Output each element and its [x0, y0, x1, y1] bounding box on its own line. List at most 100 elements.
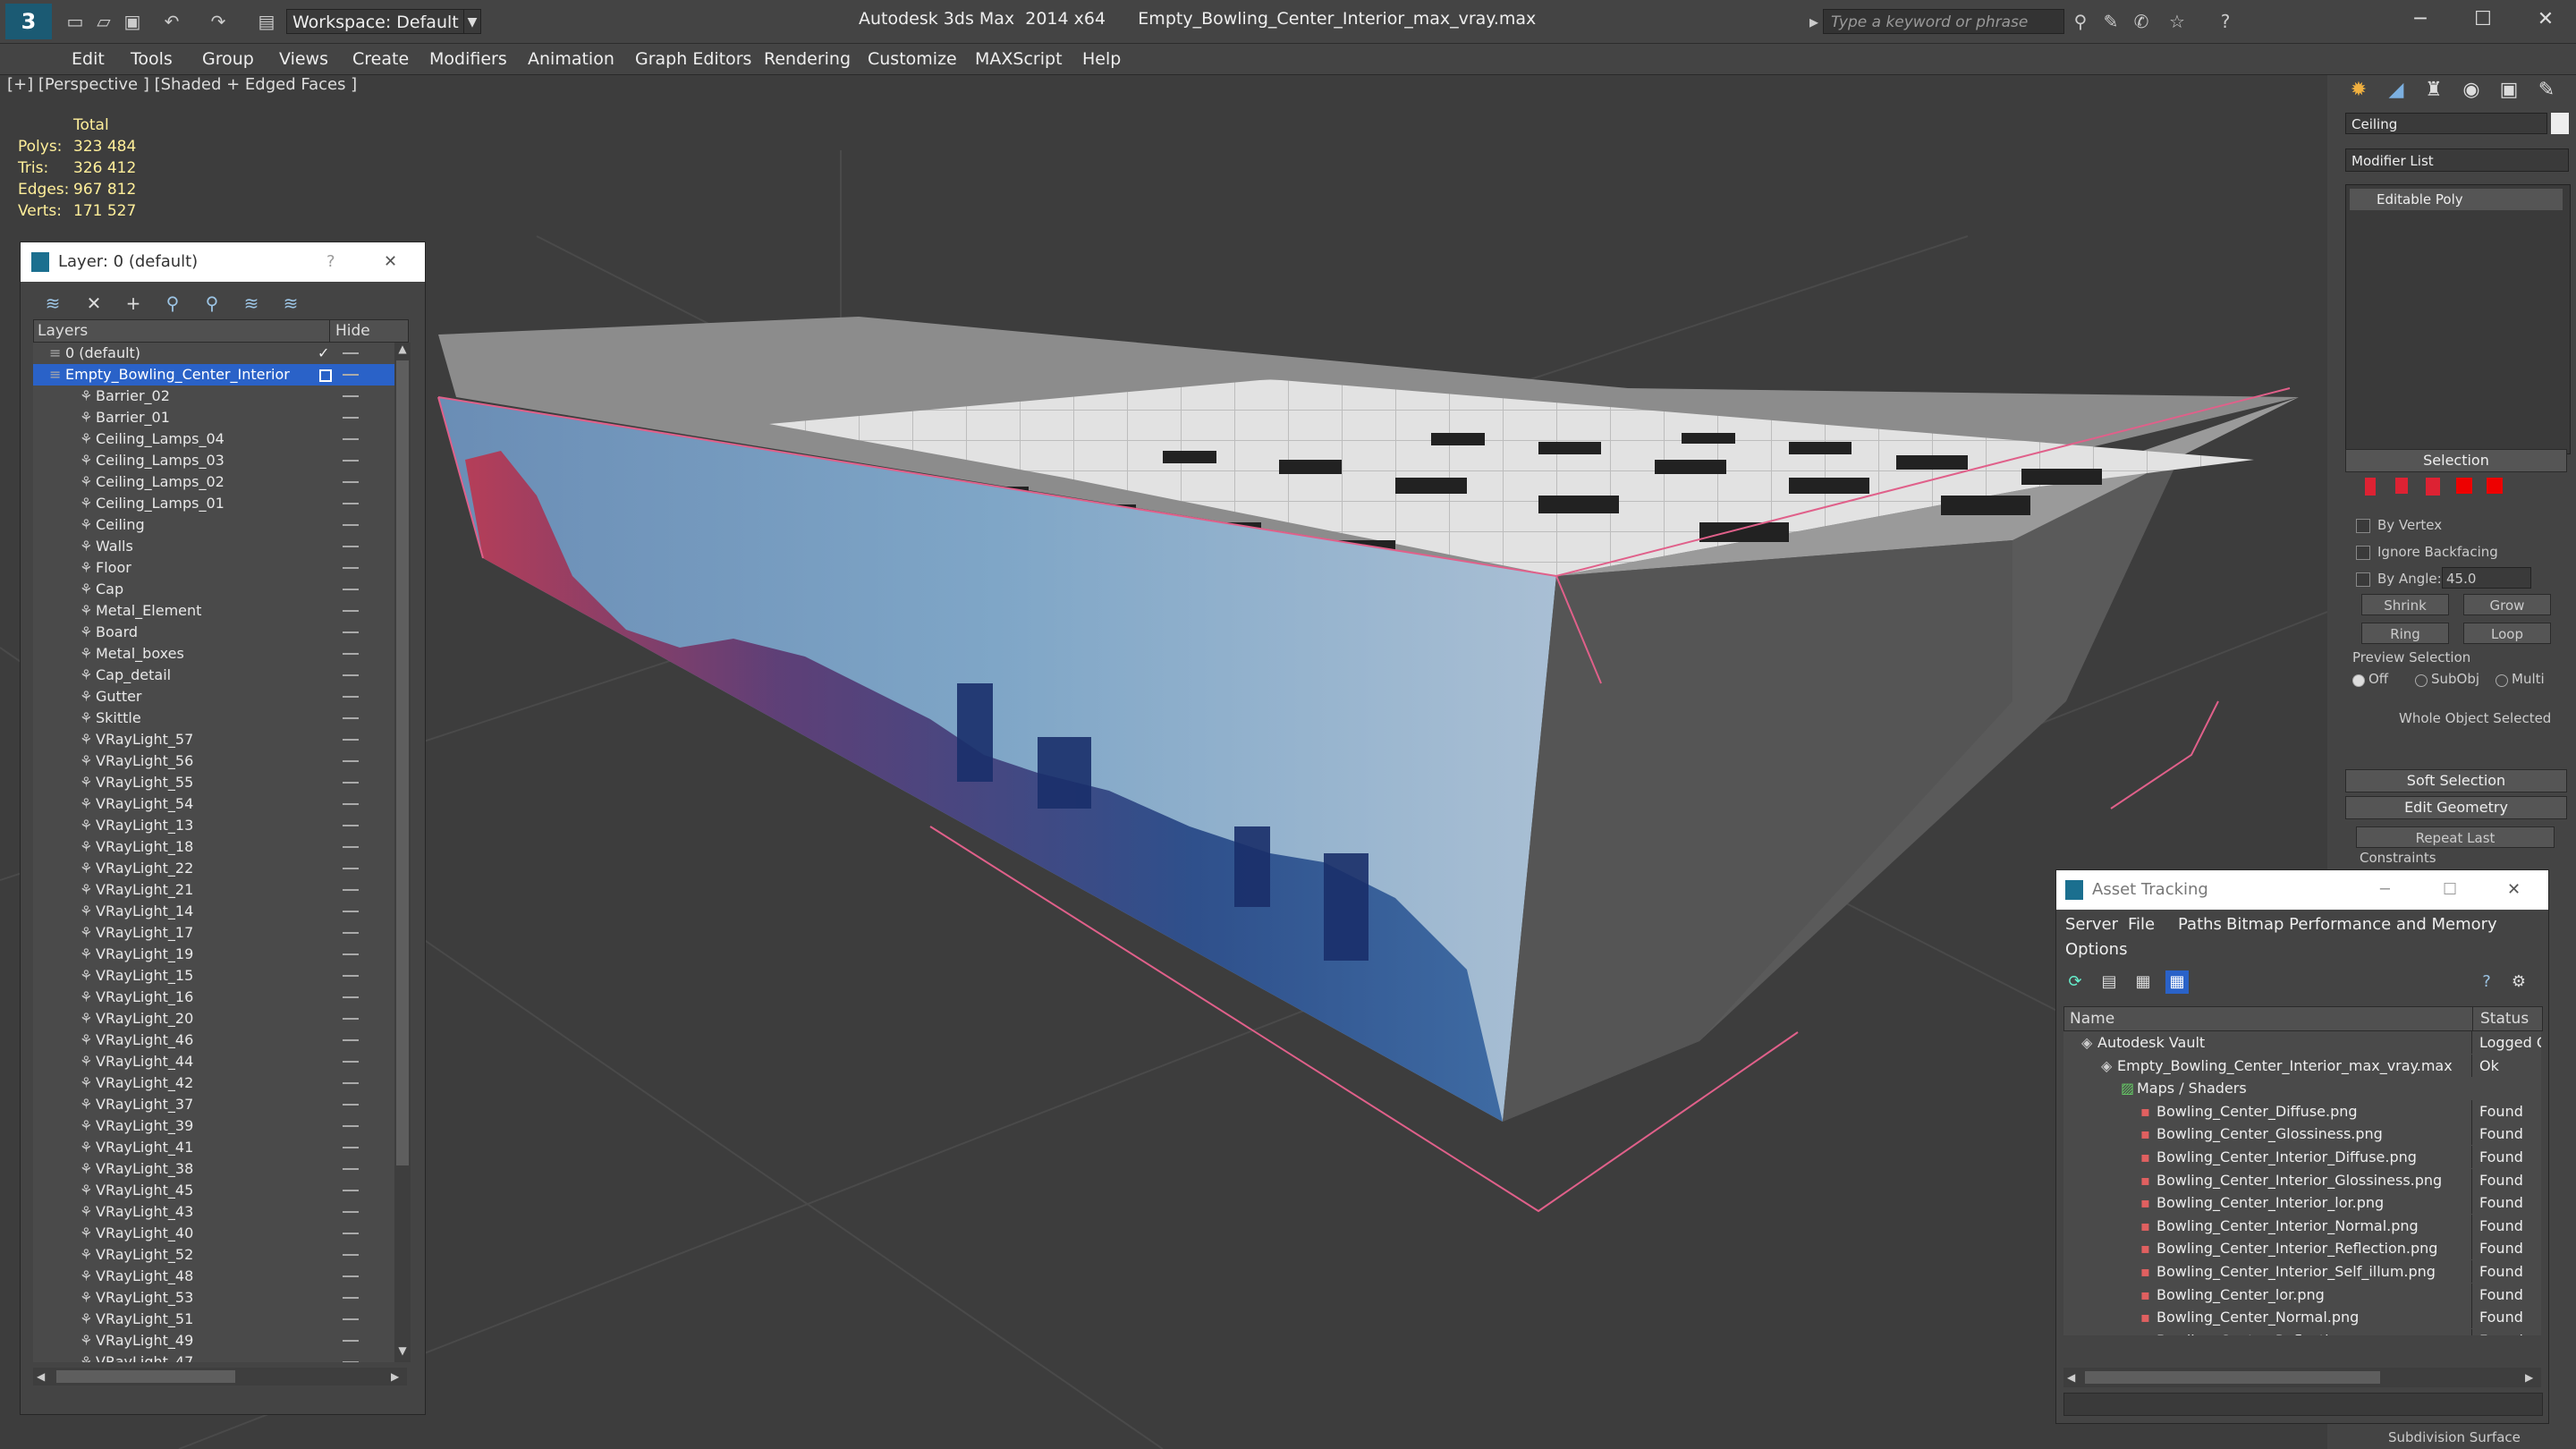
freeze-all-icon[interactable]: ≋ — [278, 291, 303, 316]
asset-row[interactable]: ▪ Bowling_Center_Interior_Glossiness.png F… — [2063, 1168, 2541, 1191]
asset-row[interactable]: ◈ Autodesk Vault Logged O — [2063, 1031, 2541, 1054]
hide-toggle[interactable] — [343, 717, 359, 719]
layer-row[interactable]: ⚘ VRayLight_14 — [33, 901, 394, 922]
chevron-left-icon[interactable]: ◀ — [37, 1368, 45, 1385]
layer-row[interactable]: ⚘ Skittle — [33, 708, 394, 729]
layer-row[interactable]: ⚘ VRayLight_15 — [33, 965, 394, 987]
asset-row[interactable]: ▪ Bowling_Center_Glossiness.png Found — [2063, 1123, 2541, 1146]
hide-toggle[interactable] — [343, 1039, 359, 1041]
repeat-last-button[interactable]: Repeat Last — [2356, 826, 2555, 848]
maximize-icon[interactable]: ☐ — [2456, 4, 2510, 36]
soft-selection-rollout[interactable]: Soft Selection — [2345, 769, 2567, 792]
hide-toggle[interactable] — [343, 911, 359, 912]
layer-row[interactable]: ⚘ VRayLight_49 — [33, 1330, 394, 1352]
preview-subobj-radio[interactable] — [2415, 674, 2428, 687]
hide-toggle[interactable] — [343, 438, 359, 440]
hide-toggle[interactable] — [343, 953, 359, 955]
layer-dialog-titlebar[interactable]: Layer: 0 (default) ? ✕ — [21, 242, 425, 282]
menu-group[interactable]: Group — [202, 44, 254, 74]
layer-vertical-scrollbar[interactable]: ▲ ▼ — [394, 343, 411, 1362]
hide-toggle[interactable] — [343, 610, 359, 612]
hide-toggle[interactable] — [343, 760, 359, 762]
help-icon[interactable]: ? — [2213, 9, 2238, 34]
redo-icon[interactable]: ↷ — [208, 11, 229, 32]
close-icon[interactable]: ✕ — [384, 242, 397, 282]
display-tab-icon[interactable]: ▣ — [2492, 75, 2526, 106]
hide-toggle[interactable] — [343, 1340, 359, 1342]
hide-toggle[interactable] — [343, 975, 359, 977]
layer-row[interactable]: ⚘ VRayLight_56 — [33, 750, 394, 772]
help-icon[interactable]: ? — [326, 242, 335, 282]
thumbnail-view-icon[interactable]: ▦ — [2131, 970, 2155, 994]
close-icon[interactable]: ✕ — [2507, 870, 2521, 910]
select-objects-icon[interactable]: ⚲ — [160, 291, 185, 316]
hide-toggle[interactable] — [343, 352, 359, 354]
layer-horizontal-scrollbar[interactable]: ◀ ▶ — [33, 1368, 407, 1385]
menu-options[interactable]: Options — [2065, 940, 2127, 959]
layer-row[interactable]: ⚘ VRayLight_40 — [33, 1223, 394, 1244]
hide-toggle[interactable] — [343, 674, 359, 676]
layer-row[interactable]: ⚘ VRayLight_38 — [33, 1158, 394, 1180]
hide-toggle[interactable] — [343, 460, 359, 462]
add-to-layer-icon[interactable]: + — [121, 291, 146, 316]
hide-toggle[interactable] — [343, 1318, 359, 1320]
close-icon[interactable]: ✕ — [2519, 4, 2572, 36]
ignore-backfacing-checkbox[interactable] — [2356, 546, 2370, 560]
polygon-subobject-icon[interactable] — [2456, 478, 2472, 494]
hide-toggle[interactable] — [343, 631, 359, 633]
asset-row[interactable]: ▪ Bowling_Center_Interior_Reflection.png F… — [2063, 1237, 2541, 1260]
hide-toggle[interactable] — [343, 1104, 359, 1106]
hide-toggle[interactable] — [343, 1190, 359, 1191]
menu-maxscript[interactable]: MAXScript — [975, 44, 1063, 74]
modifier-list-dropdown[interactable]: Modifier List — [2345, 148, 2569, 172]
chevron-down-icon[interactable]: ▼ — [463, 9, 481, 34]
asset-row[interactable]: ▪ Bowling_Center_Reflection.png Found — [2063, 1328, 2541, 1335]
hide-toggle[interactable] — [343, 589, 359, 590]
layer-row[interactable]: ⚘ VRayLight_53 — [33, 1287, 394, 1309]
minimize-icon[interactable]: ─ — [2394, 4, 2447, 36]
help-icon[interactable]: ? — [2475, 970, 2498, 994]
hide-toggle[interactable] — [343, 1168, 359, 1170]
layer-row[interactable]: ⚘ VRayLight_44 — [33, 1051, 394, 1072]
hide-toggle[interactable] — [343, 524, 359, 526]
layer-row[interactable]: ⚘ Metal_boxes — [33, 643, 394, 665]
hide-toggle[interactable] — [343, 739, 359, 741]
layer-row[interactable]: ⚘ VRayLight_47 — [33, 1352, 394, 1362]
angle-spinner[interactable]: 45.0 — [2442, 567, 2531, 589]
layer-row[interactable]: ⚘ VRayLight_43 — [33, 1201, 394, 1223]
hide-toggle[interactable] — [343, 546, 359, 547]
hide-toggle[interactable] — [343, 417, 359, 419]
app-logo-button[interactable]: 3 — [5, 4, 52, 39]
hide-toggle[interactable] — [343, 1254, 359, 1256]
menu-create[interactable]: Create — [352, 44, 409, 74]
hide-toggle[interactable] — [343, 653, 359, 655]
layer-row[interactable]: ⚘ VRayLight_42 — [33, 1072, 394, 1094]
chevron-left-icon[interactable]: ◀ — [2067, 1368, 2075, 1387]
chevron-right-icon[interactable]: ▶ — [2525, 1368, 2533, 1387]
asset-row[interactable]: ▪ Bowling_Center_Interior_lor.png Found — [2063, 1191, 2541, 1215]
layer-row[interactable]: ≡ 0 (default) ✓ — [33, 343, 394, 364]
hide-toggle[interactable] — [343, 932, 359, 934]
vertex-subobject-icon[interactable] — [2365, 478, 2376, 496]
create-tab-icon[interactable]: ✹ — [2342, 75, 2376, 106]
column-hide[interactable]: Hide — [329, 320, 370, 342]
layer-row[interactable]: ⚘ Floor — [33, 557, 394, 579]
modify-tab-icon[interactable]: ◢ — [2379, 75, 2413, 106]
hide-toggle[interactable] — [343, 803, 359, 805]
hide-toggle[interactable] — [343, 1018, 359, 1020]
asset-row[interactable]: ▪ Bowling_Center_Interior_Self_illum.png F… — [2063, 1260, 2541, 1283]
new-file-icon[interactable]: ▭ — [64, 11, 86, 32]
hide-toggle[interactable] — [343, 481, 359, 483]
open-file-icon[interactable]: ▱ — [93, 11, 114, 32]
hide-toggle[interactable] — [343, 889, 359, 891]
chevron-up-icon[interactable]: ▲ — [396, 343, 409, 359]
save-file-icon[interactable]: ▣ — [122, 11, 143, 32]
menu-bitmap-performance[interactable]: Bitmap Performance and Memory — [2226, 915, 2497, 934]
menu-modifiers[interactable]: Modifiers — [429, 44, 507, 74]
asset-row[interactable]: ▨ Maps / Shaders — [2063, 1077, 2541, 1099]
asset-row[interactable]: ▪ Bowling_Center_lor.png Found — [2063, 1283, 2541, 1306]
layer-row[interactable]: ⚘ VRayLight_46 — [33, 1030, 394, 1051]
selection-rollout[interactable]: Selection — [2345, 449, 2567, 472]
hide-toggle[interactable] — [343, 868, 359, 869]
list-view-icon[interactable]: ▤ — [2097, 970, 2121, 994]
